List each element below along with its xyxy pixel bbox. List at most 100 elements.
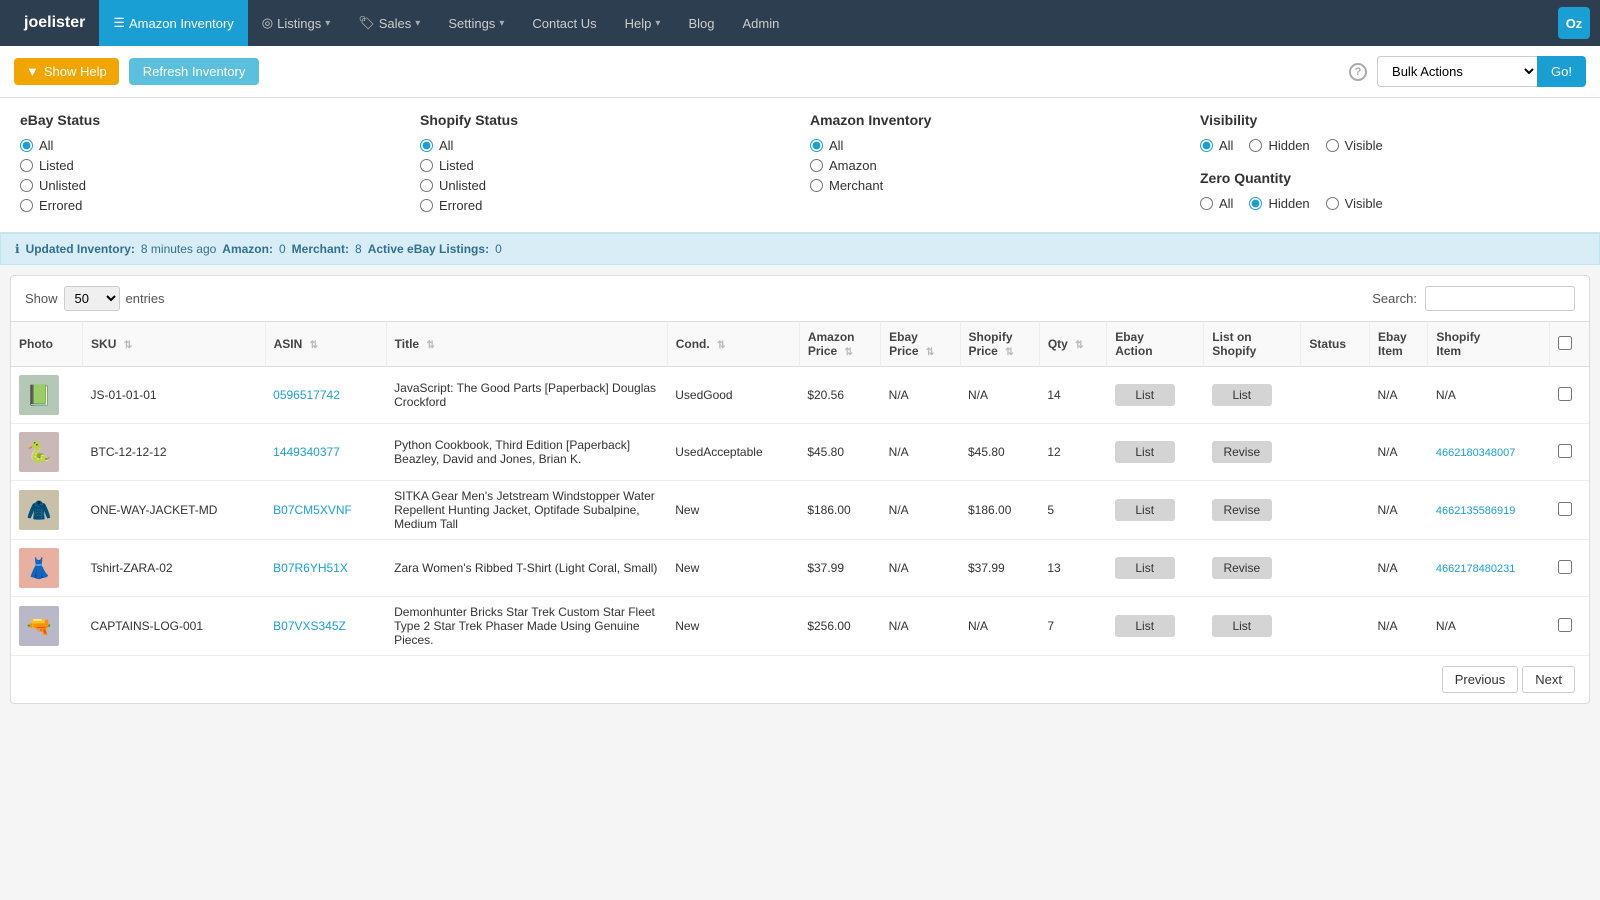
col-title[interactable]: Title ⇅ bbox=[386, 322, 667, 367]
ebay-errored-option[interactable]: Errored bbox=[20, 198, 400, 213]
ebay-action-cell[interactable]: List bbox=[1107, 424, 1204, 481]
row-checkbox[interactable] bbox=[1558, 387, 1572, 401]
ebay-unlisted-option[interactable]: Unlisted bbox=[20, 178, 400, 193]
list-shopify-button[interactable]: Revise bbox=[1212, 441, 1272, 463]
ebay-action-button[interactable]: List bbox=[1115, 384, 1175, 406]
ebay-status-filter: eBay Status All Listed Unlisted Errored bbox=[20, 112, 410, 218]
show-help-button[interactable]: ▼ Show Help bbox=[14, 58, 119, 85]
ebay-action-button[interactable]: List bbox=[1115, 499, 1175, 521]
nav-label: Blog bbox=[688, 16, 714, 31]
nav-contact-us[interactable]: Contact Us bbox=[518, 0, 610, 46]
qty-cell: 7 bbox=[1039, 597, 1106, 656]
status-cell bbox=[1301, 597, 1370, 656]
nav-blog[interactable]: Blog bbox=[674, 0, 728, 46]
shopify-errored-option[interactable]: Errored bbox=[420, 198, 790, 213]
asin-link[interactable]: B07R6YH51X bbox=[273, 561, 348, 575]
asin-cell[interactable]: 0596517742 bbox=[265, 367, 386, 424]
list-shopify-cell[interactable]: List bbox=[1204, 597, 1301, 656]
asin-cell[interactable]: B07R6YH51X bbox=[265, 540, 386, 597]
row-checkbox[interactable] bbox=[1558, 444, 1572, 458]
shopify-listed-option[interactable]: Listed bbox=[420, 158, 790, 173]
list-shopify-cell[interactable]: Revise bbox=[1204, 540, 1301, 597]
col-amazon-price[interactable]: AmazonPrice ⇅ bbox=[799, 322, 880, 367]
help-icon[interactable]: ? bbox=[1349, 63, 1367, 81]
nav-settings[interactable]: Settings ▾ bbox=[434, 0, 518, 46]
asin-cell[interactable]: 1449340377 bbox=[265, 424, 386, 481]
bulk-actions-select[interactable]: Bulk Actions List on eBay List on Shopif… bbox=[1377, 56, 1537, 87]
visibility-all-option[interactable]: All bbox=[1200, 138, 1233, 153]
list-shopify-button[interactable]: List bbox=[1212, 615, 1272, 637]
brand-logo[interactable]: joelister bbox=[10, 14, 99, 32]
next-button[interactable]: Next bbox=[1522, 666, 1575, 693]
list-shopify-button[interactable]: Revise bbox=[1212, 499, 1272, 521]
ebay-action-cell[interactable]: List bbox=[1107, 540, 1204, 597]
amazon-all-option[interactable]: All bbox=[810, 138, 1180, 153]
ebay-action-cell[interactable]: List bbox=[1107, 367, 1204, 424]
entries-select[interactable]: 10 25 50 100 bbox=[64, 286, 120, 311]
asin-link[interactable]: 1449340377 bbox=[273, 445, 340, 459]
ebay-action-button[interactable]: List bbox=[1115, 557, 1175, 579]
row-checkbox-cell[interactable] bbox=[1550, 424, 1589, 481]
shopify-item-cell[interactable]: 4662135586919 bbox=[1428, 481, 1550, 540]
asin-cell[interactable]: B07CM5XVNF bbox=[265, 481, 386, 540]
shopify-item-cell[interactable]: 4662178480231 bbox=[1428, 540, 1550, 597]
nav-listings[interactable]: ◎ Listings ▾ bbox=[248, 0, 344, 46]
ebay-action-button[interactable]: List bbox=[1115, 441, 1175, 463]
asin-cell[interactable]: B07VXS345Z bbox=[265, 597, 386, 656]
ebay-action-cell[interactable]: List bbox=[1107, 481, 1204, 540]
search-input[interactable] bbox=[1425, 286, 1575, 311]
nav-admin[interactable]: Admin bbox=[728, 0, 793, 46]
nav-help[interactable]: Help ▾ bbox=[611, 0, 675, 46]
col-select-all[interactable] bbox=[1550, 322, 1589, 367]
zero-visible-option[interactable]: Visible bbox=[1326, 196, 1383, 211]
select-all-checkbox[interactable] bbox=[1558, 336, 1572, 350]
go-button[interactable]: Go! bbox=[1537, 56, 1586, 87]
row-checkbox-cell[interactable] bbox=[1550, 597, 1589, 656]
user-avatar[interactable]: Oz bbox=[1558, 7, 1590, 39]
visibility-hidden-option[interactable]: Hidden bbox=[1249, 138, 1309, 153]
amazon-amazon-option[interactable]: Amazon bbox=[810, 158, 1180, 173]
refresh-inventory-button[interactable]: Refresh Inventory bbox=[129, 58, 260, 85]
asin-link[interactable]: 0596517742 bbox=[273, 388, 340, 402]
row-checkbox-cell[interactable] bbox=[1550, 367, 1589, 424]
zero-all-option[interactable]: All bbox=[1200, 196, 1233, 211]
col-qty[interactable]: Qty ⇅ bbox=[1039, 322, 1106, 367]
zero-hidden-option[interactable]: Hidden bbox=[1249, 196, 1309, 211]
asin-link[interactable]: B07CM5XVNF bbox=[273, 503, 352, 517]
ebay-action-cell[interactable]: List bbox=[1107, 597, 1204, 656]
ebay-all-option[interactable]: All bbox=[20, 138, 400, 153]
row-checkbox-cell[interactable] bbox=[1550, 481, 1589, 540]
visibility-visible-option[interactable]: Visible bbox=[1326, 138, 1383, 153]
row-checkbox-cell[interactable] bbox=[1550, 540, 1589, 597]
col-shopify-price[interactable]: ShopifyPrice ⇅ bbox=[960, 322, 1039, 367]
shopify-item-link[interactable]: 4662135586919 bbox=[1436, 505, 1516, 517]
merchant-value: 8 bbox=[355, 242, 362, 256]
row-checkbox[interactable] bbox=[1558, 560, 1572, 574]
ebay-item-cell: N/A bbox=[1369, 424, 1427, 481]
ebay-listed-option[interactable]: Listed bbox=[20, 158, 400, 173]
asin-link[interactable]: B07VXS345Z bbox=[273, 619, 346, 633]
shopify-item-link[interactable]: 4662180348007 bbox=[1436, 447, 1516, 459]
col-cond[interactable]: Cond. ⇅ bbox=[667, 322, 799, 367]
amazon-merchant-option[interactable]: Merchant bbox=[810, 178, 1180, 193]
previous-button[interactable]: Previous bbox=[1442, 666, 1519, 693]
list-shopify-button[interactable]: List bbox=[1212, 384, 1272, 406]
nav-sales[interactable]: 🏷 Sales ▾ bbox=[344, 0, 434, 46]
col-ebay-price[interactable]: EbayPrice ⇅ bbox=[881, 322, 960, 367]
shopify-item-link[interactable]: 4662178480231 bbox=[1436, 563, 1516, 575]
shopify-item-cell[interactable]: 4662180348007 bbox=[1428, 424, 1550, 481]
list-shopify-cell[interactable]: Revise bbox=[1204, 424, 1301, 481]
nav-amazon-inventory[interactable]: ☰ Amazon Inventory bbox=[99, 0, 247, 46]
cond-cell: New bbox=[667, 481, 799, 540]
active-label: Active eBay Listings: bbox=[368, 242, 489, 256]
shopify-unlisted-option[interactable]: Unlisted bbox=[420, 178, 790, 193]
ebay-action-button[interactable]: List bbox=[1115, 615, 1175, 637]
list-shopify-cell[interactable]: List bbox=[1204, 367, 1301, 424]
shopify-all-option[interactable]: All bbox=[420, 138, 790, 153]
row-checkbox[interactable] bbox=[1558, 618, 1572, 632]
list-shopify-button[interactable]: Revise bbox=[1212, 557, 1272, 579]
row-checkbox[interactable] bbox=[1558, 502, 1572, 516]
list-shopify-cell[interactable]: Revise bbox=[1204, 481, 1301, 540]
col-asin[interactable]: ASIN ⇅ bbox=[265, 322, 386, 367]
col-sku[interactable]: SKU ⇅ bbox=[83, 322, 266, 367]
